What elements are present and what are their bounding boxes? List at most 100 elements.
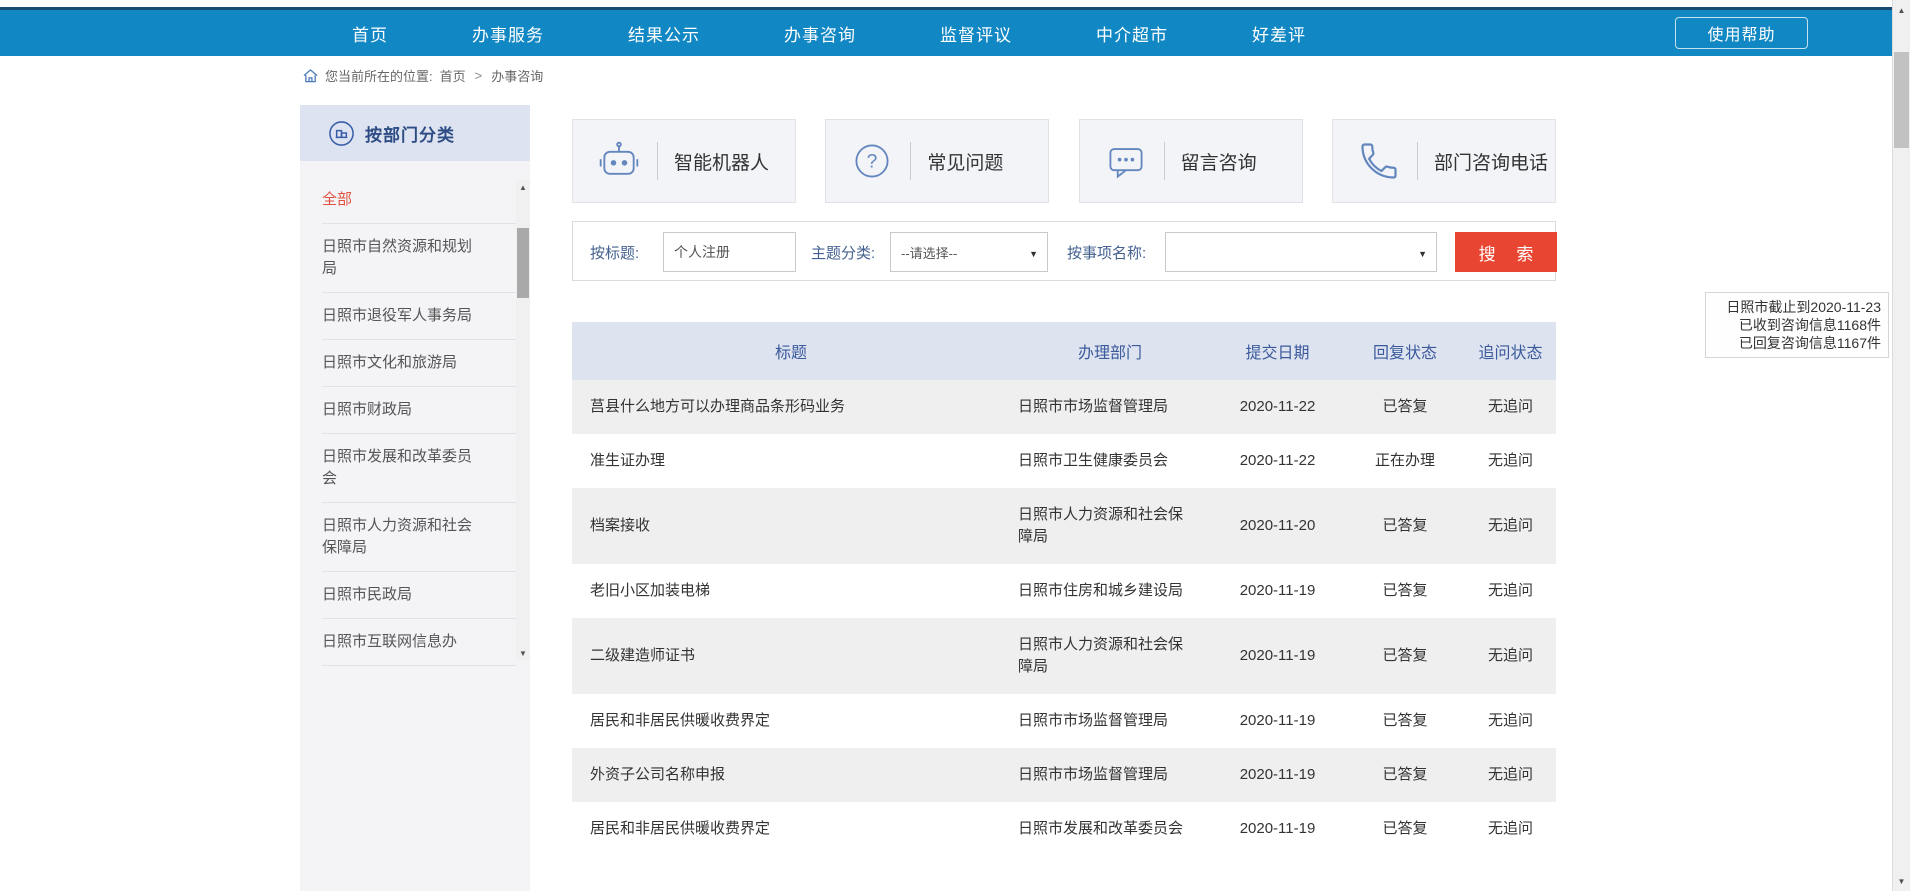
help-button[interactable]: 使用帮助 bbox=[1675, 17, 1808, 49]
department-item[interactable]: 日照市发展和改革委员会 bbox=[322, 434, 516, 503]
breadcrumb: 您当前所在的位置: 首页 > 办事咨询 bbox=[303, 66, 543, 85]
row-followup-status: 无追问 bbox=[1465, 618, 1556, 694]
department-item[interactable]: 日照市自然资源和规划局 bbox=[322, 224, 516, 293]
chevron-down-icon: ▼ bbox=[1418, 249, 1427, 259]
row-date: 2020-11-19 bbox=[1210, 564, 1345, 618]
message-icon bbox=[1104, 139, 1148, 183]
table-row[interactable]: 外资子公司名称申报 日照市市场监督管理局 2020-11-19 已答复 无追问 bbox=[572, 748, 1556, 802]
row-date: 2020-11-19 bbox=[1210, 802, 1345, 856]
row-date: 2020-11-19 bbox=[1210, 618, 1345, 694]
row-reply-status: 已答复 bbox=[1345, 748, 1465, 802]
faq-card[interactable]: ? 常见问题 bbox=[825, 119, 1049, 203]
row-followup-status: 无追问 bbox=[1465, 434, 1556, 488]
department-item[interactable]: 日照市退役军人事务局 bbox=[322, 293, 516, 340]
row-title[interactable]: 准生证办理 bbox=[572, 434, 1010, 488]
smart-robot-card[interactable]: 智能机器人 bbox=[572, 119, 796, 203]
category-select[interactable]: --请选择-- ▼ bbox=[890, 232, 1048, 272]
table-row[interactable]: 莒县什么地方可以办理商品条形码业务 日照市市场监督管理局 2020-11-22 … bbox=[572, 380, 1556, 434]
item-name-label: 按事项名称: bbox=[1067, 222, 1146, 282]
nav-item[interactable]: 办事服务 bbox=[472, 21, 544, 46]
robot-icon bbox=[597, 139, 641, 183]
card-label: 部门咨询电话 bbox=[1434, 148, 1548, 175]
nav-item[interactable]: 办事咨询 bbox=[784, 21, 856, 46]
table-row[interactable]: 居民和非居民供暖收费界定 日照市发展和改革委员会 2020-11-19 已答复 … bbox=[572, 802, 1556, 856]
window-scrollbar[interactable]: ▲ ▼ bbox=[1892, 0, 1910, 891]
phone-card[interactable]: 部门咨询电话 bbox=[1332, 119, 1556, 203]
page: 首页办事服务结果公示办事咨询监督评议中介超市好差评 使用帮助 您当前所在的位置:… bbox=[0, 0, 1910, 891]
consultation-stats: 日照市截止到2020-11-23 已收到咨询信息1168件 已回复咨询信息116… bbox=[1705, 292, 1889, 358]
row-reply-status: 已答复 bbox=[1345, 380, 1465, 434]
department-item[interactable]: 日照市互联网信息办 bbox=[322, 619, 516, 666]
message-card[interactable]: 留言咨询 bbox=[1079, 119, 1303, 203]
divider bbox=[1417, 142, 1418, 180]
row-title[interactable]: 莒县什么地方可以办理商品条形码业务 bbox=[572, 380, 1010, 434]
breadcrumb-prefix: 您当前所在的位置: bbox=[325, 66, 433, 85]
table-row[interactable]: 准生证办理 日照市卫生健康委员会 2020-11-22 正在办理 无追问 bbox=[572, 434, 1556, 488]
table-row[interactable]: 二级建造师证书 日照市人力资源和社会保障局 2020-11-19 已答复 无追问 bbox=[572, 618, 1556, 694]
sidebar-header: 按部门分类 bbox=[300, 105, 530, 161]
department-item[interactable]: 日照市人力资源和社会保障局 bbox=[322, 503, 516, 572]
row-followup-status: 无追问 bbox=[1465, 488, 1556, 564]
nav-item[interactable]: 首页 bbox=[352, 21, 388, 46]
col-header-dept: 办理部门 bbox=[1010, 322, 1210, 380]
phone-icon bbox=[1357, 139, 1401, 183]
stats-line-2: 已收到咨询信息1168件 bbox=[1713, 316, 1881, 334]
row-date: 2020-11-19 bbox=[1210, 694, 1345, 748]
row-title[interactable]: 老旧小区加装电梯 bbox=[572, 564, 1010, 618]
scroll-up-icon[interactable]: ▲ bbox=[516, 180, 530, 194]
row-title[interactable]: 档案接收 bbox=[572, 488, 1010, 564]
table-row[interactable]: 居民和非居民供暖收费界定 日照市市场监督管理局 2020-11-19 已答复 无… bbox=[572, 694, 1556, 748]
row-reply-status: 已答复 bbox=[1345, 488, 1465, 564]
title-search-input[interactable]: 个人注册 bbox=[663, 232, 796, 272]
row-department: 日照市发展和改革委员会 bbox=[1010, 802, 1210, 856]
row-title[interactable]: 居民和非居民供暖收费界定 bbox=[572, 802, 1010, 856]
department-item[interactable]: 日照市财政局 bbox=[322, 387, 516, 434]
row-title[interactable]: 外资子公司名称申报 bbox=[572, 748, 1010, 802]
card-label: 智能机器人 bbox=[674, 148, 769, 175]
breadcrumb-home-link[interactable]: 首页 bbox=[440, 66, 466, 85]
scroll-down-icon[interactable]: ▼ bbox=[1893, 873, 1910, 889]
row-department: 日照市人力资源和社会保障局 bbox=[1010, 618, 1210, 694]
row-reply-status: 正在办理 bbox=[1345, 434, 1465, 488]
chevron-down-icon: ▼ bbox=[1029, 249, 1038, 259]
category-label: 主题分类: bbox=[811, 222, 875, 282]
sidebar-scrollbar[interactable]: ▲ ▼ bbox=[516, 180, 530, 660]
row-followup-status: 无追问 bbox=[1465, 802, 1556, 856]
nav-item[interactable]: 中介超市 bbox=[1096, 21, 1168, 46]
row-reply-status: 已答复 bbox=[1345, 564, 1465, 618]
row-title[interactable]: 二级建造师证书 bbox=[572, 618, 1010, 694]
row-title[interactable]: 居民和非居民供暖收费界定 bbox=[572, 694, 1010, 748]
nav-item[interactable]: 结果公示 bbox=[628, 21, 700, 46]
table-row[interactable]: 老旧小区加装电梯 日照市住房和城乡建设局 2020-11-19 已答复 无追问 bbox=[572, 564, 1556, 618]
row-reply-status: 已答复 bbox=[1345, 618, 1465, 694]
main-navbar: 首页 办事服务 结果公示 办事咨询 监督评议 中介超市 好差评 bbox=[0, 10, 1892, 56]
table-row[interactable]: 档案接收 日照市人力资源和社会保障局 2020-11-20 已答复 无追问 bbox=[572, 488, 1556, 564]
row-department: 日照市人力资源和社会保障局 bbox=[1010, 488, 1210, 564]
row-department: 日照市卫生健康委员会 bbox=[1010, 434, 1210, 488]
department-item[interactable]: 日照市民政局 bbox=[322, 572, 516, 619]
window-scroll-thumb[interactable] bbox=[1894, 52, 1909, 148]
category-select-value: --请选择-- bbox=[901, 243, 957, 262]
col-header-reply: 回复状态 bbox=[1345, 322, 1465, 380]
row-department: 日照市市场监督管理局 bbox=[1010, 748, 1210, 802]
sidebar-scroll-thumb[interactable] bbox=[517, 228, 529, 298]
nav-item[interactable]: 监督评议 bbox=[940, 21, 1012, 46]
card-label: 常见问题 bbox=[927, 148, 1003, 175]
department-item[interactable]: 全部 bbox=[322, 177, 516, 224]
search-panel: 按标题: 个人注册 主题分类: --请选择-- ▼ 按事项名称: ▼ 搜 索 bbox=[572, 221, 1556, 281]
breadcrumb-current: 办事咨询 bbox=[491, 66, 543, 85]
stats-line-3: 已回复咨询信息1167件 bbox=[1713, 334, 1881, 352]
question-icon: ? bbox=[850, 139, 894, 183]
row-followup-status: 无追问 bbox=[1465, 564, 1556, 618]
scroll-up-icon[interactable]: ▲ bbox=[1893, 2, 1910, 18]
sidebar-title: 按部门分类 bbox=[365, 121, 455, 146]
row-date: 2020-11-22 bbox=[1210, 434, 1345, 488]
search-button[interactable]: 搜 索 bbox=[1455, 232, 1557, 272]
breadcrumb-separator: > bbox=[475, 68, 483, 83]
item-name-select[interactable]: ▼ bbox=[1165, 232, 1437, 272]
divider bbox=[910, 142, 911, 180]
divider bbox=[657, 142, 658, 180]
nav-item[interactable]: 好差评 bbox=[1252, 21, 1306, 46]
department-item[interactable]: 日照市文化和旅游局 bbox=[322, 340, 516, 387]
scroll-down-icon[interactable]: ▼ bbox=[516, 646, 530, 660]
